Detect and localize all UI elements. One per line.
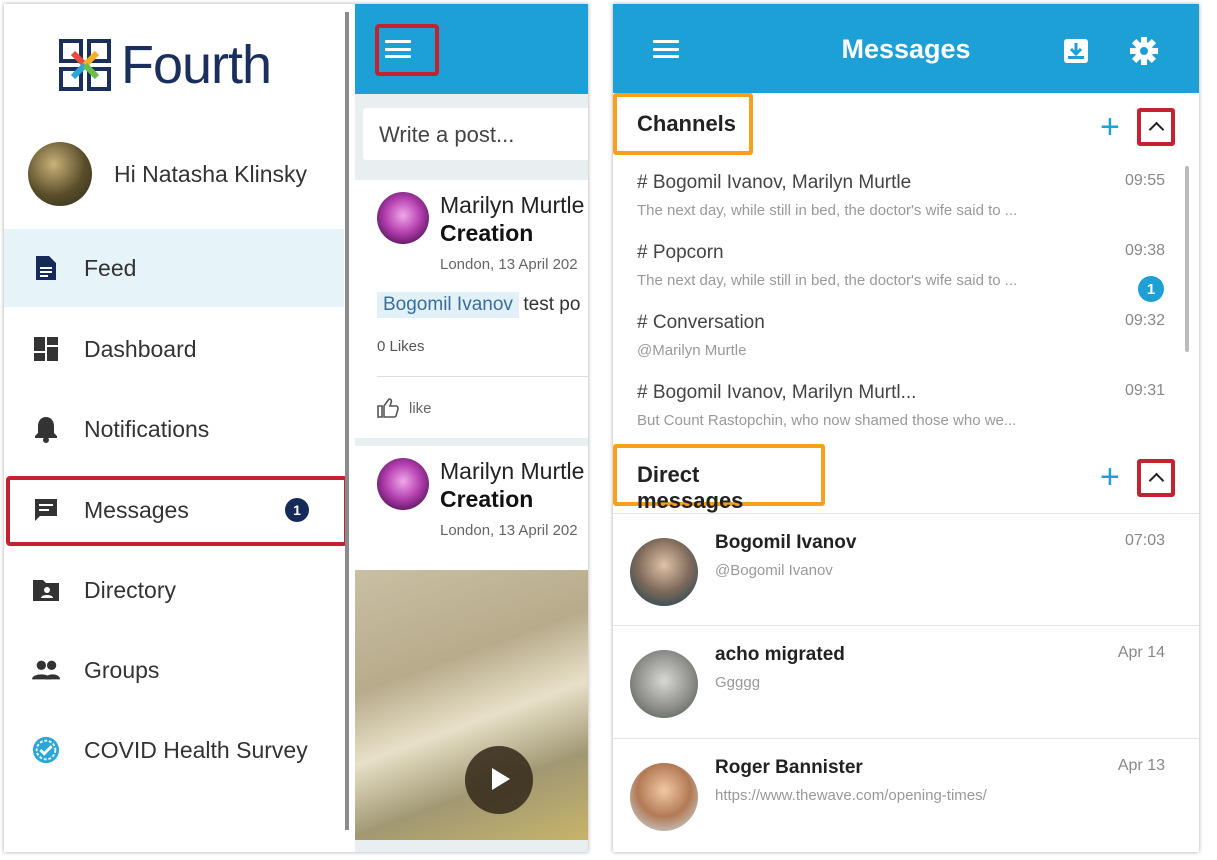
avatar[interactable] — [28, 142, 92, 206]
unread-badge: 1 — [1138, 276, 1164, 302]
channel-preview: @Marilyn Murtle — [637, 342, 747, 359]
logo-text: Fourth — [121, 35, 272, 95]
post-title: Creation — [440, 486, 534, 512]
sidebar-item-label: COVID Health Survey — [84, 736, 308, 763]
post-title: Creation — [440, 220, 534, 246]
messages-header: Messages — [613, 4, 1199, 93]
dm-name: acho migrated — [715, 644, 845, 665]
folder-user-icon — [32, 576, 60, 604]
sidebar-item-directory[interactable]: Directory — [4, 551, 344, 629]
bell-icon — [32, 415, 60, 443]
dm-time: Apr 14 — [1117, 644, 1165, 661]
channel-item[interactable]: # Bogomil Ivanov, Marilyn Murtl... But C… — [613, 372, 1183, 442]
channel-name: # Conversation — [637, 312, 765, 333]
greeting-text: Hi Natasha Klinsky — [114, 160, 308, 187]
mention-tag[interactable]: Bogomil Ivanov — [377, 292, 519, 318]
dm-preview: @Bogomil Ivanov — [715, 562, 833, 579]
dashboard-icon — [32, 335, 60, 363]
channel-item[interactable]: # Bogomil Ivanov, Marilyn Murtle The nex… — [613, 162, 1183, 232]
sidebar-item-covid-survey[interactable]: COVID Health Survey — [4, 711, 344, 789]
add-channel-button[interactable]: + — [1100, 110, 1120, 144]
post-card: Marilyn Murtle Creation London, 13 April… — [355, 446, 588, 570]
sidebar-item-label: Notifications — [84, 415, 210, 442]
direct-messages-header: Direct messages — [613, 444, 825, 513]
left-screenshot: Fourth Hi Natasha Klinsky Feed Dashboard… — [4, 4, 588, 852]
collapse-channels-button[interactable] — [1137, 108, 1175, 146]
post-author[interactable]: Marilyn Murtle — [440, 192, 584, 219]
covid-check-icon — [32, 736, 60, 764]
user-greeting[interactable]: Hi Natasha Klinsky — [28, 142, 307, 206]
channel-time: 09:55 — [1124, 172, 1165, 189]
highlight-messages — [6, 476, 348, 546]
post-body: Bogomil Ivanov test po — [377, 292, 580, 318]
dm-name: Roger Bannister — [715, 757, 863, 778]
channel-item[interactable]: # Conversation @Marilyn Murtle 09:32 — [613, 302, 1183, 372]
avatar — [630, 650, 698, 718]
dm-item[interactable]: Bogomil Ivanov @Bogomil Ivanov 07:03 — [613, 513, 1199, 625]
fourth-logo: Fourth — [59, 34, 272, 96]
video-thumbnail[interactable] — [355, 570, 588, 840]
write-post-input[interactable]: Write a post... — [363, 108, 588, 160]
feed-preview: Write a post... Marilyn Murtle Creation … — [355, 4, 588, 852]
sidebar-item-notifications[interactable]: Notifications — [4, 390, 344, 468]
dm-preview: Ggggg — [715, 674, 761, 691]
right-screenshot: Messages Channels + # Bogomil Ivanov, Ma… — [613, 4, 1199, 852]
sidebar-item-label: Feed — [84, 254, 137, 281]
sidebar-item-label: Directory — [84, 576, 177, 603]
sidebar-item-label: Groups — [84, 656, 160, 683]
play-icon[interactable] — [465, 746, 533, 814]
channel-name: # Bogomil Ivanov, Marilyn Murtle — [637, 172, 912, 193]
post-author[interactable]: Marilyn Murtle — [440, 458, 584, 485]
feed-icon — [32, 254, 60, 282]
panel-divider — [345, 12, 349, 830]
channel-preview: But Count Rastopchin, who now shamed tho… — [637, 412, 1017, 429]
sidebar-item-label: Dashboard — [84, 335, 197, 362]
people-icon — [32, 656, 60, 684]
sidebar-item-dashboard[interactable]: Dashboard — [4, 310, 344, 388]
channel-time: 09:31 — [1124, 382, 1165, 399]
fourth-logo-icon — [59, 39, 111, 91]
channel-preview: The next day, while still in bed, the do… — [637, 202, 1018, 219]
channel-name: # Bogomil Ivanov, Marilyn Murtl... — [637, 382, 917, 403]
gear-icon[interactable] — [1129, 36, 1159, 66]
channels-header: Channels — [613, 93, 753, 155]
channel-name: # Popcorn — [637, 242, 724, 263]
highlight-hamburger — [375, 24, 439, 76]
dm-time: 07:03 — [1124, 532, 1165, 549]
channel-preview: The next day, while still in bed, the do… — [637, 272, 1018, 289]
post-text: test po — [523, 294, 581, 315]
channel-item[interactable]: # Popcorn The next day, while still in b… — [613, 232, 1183, 302]
add-direct-message-button[interactable]: + — [1100, 460, 1120, 494]
like-button[interactable]: like — [377, 398, 432, 418]
post-card: Marilyn Murtle Creation London, 13 April… — [355, 180, 588, 438]
dm-preview: https://www.thewave.com/opening-times/ — [715, 787, 987, 804]
sidebar-item-groups[interactable]: Groups — [4, 631, 344, 709]
avatar — [630, 538, 698, 606]
dm-item[interactable]: Roger Bannister https://www.thewave.com/… — [613, 738, 1199, 850]
thumbs-up-icon — [377, 398, 399, 418]
dm-name: Bogomil Ivanov — [715, 532, 857, 553]
collapse-direct-messages-button[interactable] — [1137, 459, 1175, 497]
divider — [377, 376, 588, 377]
channel-time: 09:32 — [1124, 312, 1165, 329]
inbox-download-icon[interactable] — [1063, 38, 1089, 64]
post-date: London, 13 April 202 — [440, 256, 578, 273]
like-label: like — [409, 399, 432, 417]
page-title: Messages — [841, 34, 971, 64]
author-avatar[interactable] — [377, 192, 429, 244]
channel-time: 09:38 — [1124, 242, 1165, 259]
sidebar: Fourth Hi Natasha Klinsky Feed Dashboard… — [4, 4, 349, 852]
channels-scrollbar[interactable] — [1185, 166, 1189, 352]
avatar — [630, 763, 698, 831]
likes-count: 0 Likes — [377, 338, 425, 355]
post-date: London, 13 April 202 — [440, 522, 578, 539]
dm-item[interactable]: acho migrated Ggggg Apr 14 — [613, 625, 1199, 737]
feed-header — [355, 4, 588, 94]
sidebar-item-feed[interactable]: Feed — [4, 229, 344, 307]
author-avatar[interactable] — [377, 458, 429, 510]
dm-time: Apr 13 — [1117, 757, 1165, 774]
